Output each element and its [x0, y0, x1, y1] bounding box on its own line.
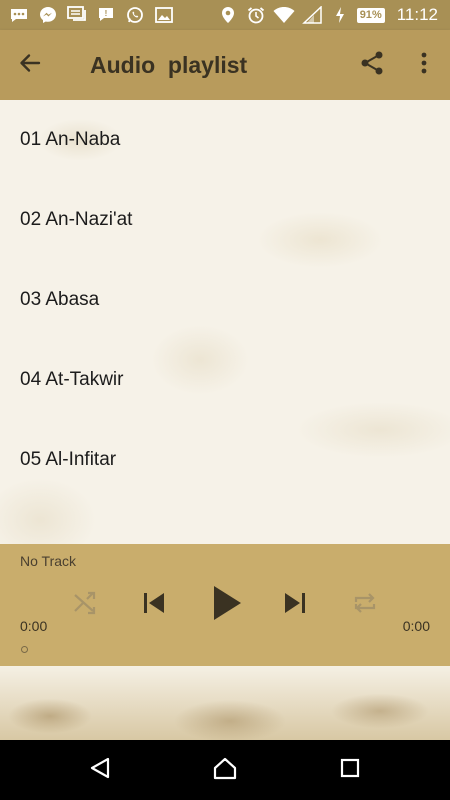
recents-icon [339, 757, 361, 784]
nav-home-button[interactable] [203, 748, 247, 792]
previous-icon [141, 590, 167, 621]
back-button[interactable] [0, 30, 60, 100]
next-button[interactable] [272, 582, 318, 628]
seek-slider[interactable] [21, 646, 28, 653]
list-item[interactable]: 04 At-Takwir [0, 340, 450, 420]
messenger-icon [37, 6, 59, 24]
audio-player: No Track 0:00 0:00 [0, 544, 450, 666]
nav-back-button[interactable] [78, 748, 122, 792]
play-button[interactable] [204, 582, 250, 628]
previous-button[interactable] [131, 582, 177, 628]
whatsapp-icon [124, 6, 146, 24]
more-options-button[interactable] [398, 30, 450, 100]
shuffle-button[interactable] [62, 582, 108, 628]
more-vert-icon [420, 51, 428, 80]
share-icon [359, 50, 385, 81]
now-playing-label: No Track [20, 553, 77, 569]
home-icon [212, 756, 238, 785]
shuffle-icon [72, 590, 98, 621]
status-bar: ! 91% 11:12 [0, 0, 450, 30]
play-icon [212, 585, 242, 626]
back-arrow-icon [18, 51, 42, 80]
current-time: 0:00 [20, 618, 48, 634]
signal-icon [301, 6, 323, 24]
nav-recents-button[interactable] [328, 748, 372, 792]
app-bar: Audio playlist [0, 30, 450, 100]
wifi-icon [273, 6, 295, 24]
sms-icon [8, 6, 30, 24]
svg-text:!: ! [105, 9, 108, 18]
page-title: Audio playlist [90, 51, 248, 78]
list-item[interactable]: 02 An-Nazi'at [0, 180, 450, 260]
share-button[interactable] [346, 30, 398, 100]
repeat-button[interactable] [342, 582, 388, 628]
clock: 11:12 [396, 5, 438, 24]
mail-icon: ! [95, 6, 117, 24]
location-icon [217, 6, 239, 24]
charging-icon [329, 6, 351, 24]
repeat-icon [352, 590, 378, 621]
navigation-bar [0, 740, 450, 800]
back-triangle-icon [88, 756, 112, 785]
list-item[interactable]: 03 Abasa [0, 260, 450, 340]
list-item[interactable]: 01 An-Naba [0, 100, 450, 180]
battery-level: 91% [356, 7, 385, 23]
background-image [0, 666, 450, 740]
next-icon [282, 590, 308, 621]
list-item[interactable]: 05 Al-Infitar [0, 420, 450, 500]
track-list: 01 An-Naba 02 An-Nazi'at 03 Abasa 04 At-… [0, 100, 450, 544]
player-controls [0, 582, 450, 628]
gallery-icon [153, 6, 175, 24]
alarm-icon [245, 6, 267, 24]
total-time: 0:00 [402, 618, 430, 634]
message-icon [66, 6, 88, 24]
